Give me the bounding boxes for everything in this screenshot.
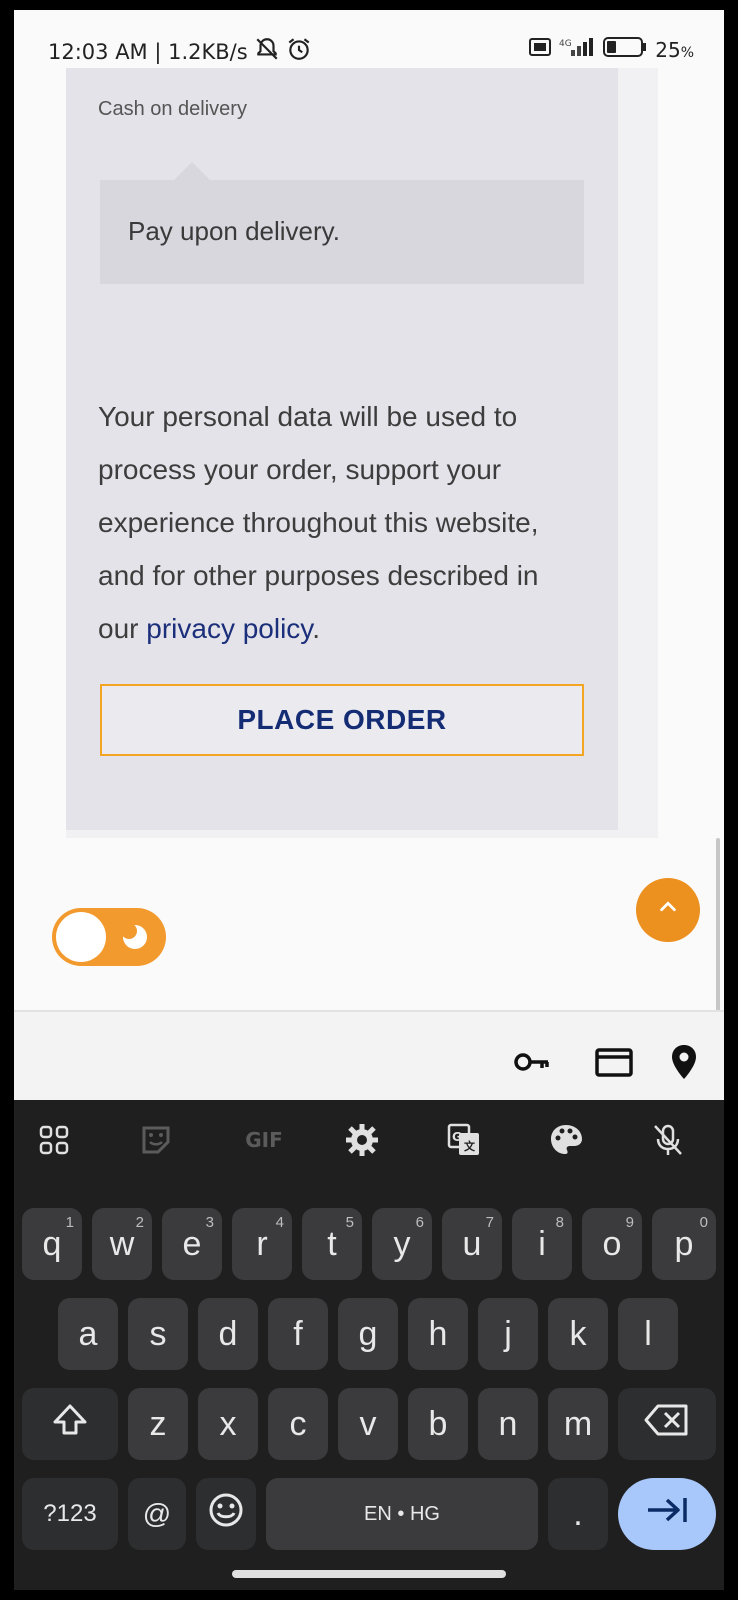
- dark-mode-toggle[interactable]: [52, 908, 166, 966]
- chevron-up-icon: [657, 895, 679, 925]
- tab-arrow-icon: [645, 1495, 689, 1534]
- gif-button[interactable]: GIF: [236, 1120, 292, 1160]
- key-x[interactable]: x: [198, 1388, 258, 1460]
- apps-icon[interactable]: [34, 1120, 74, 1160]
- sticker-icon[interactable]: [136, 1120, 176, 1160]
- gesture-nav-bar[interactable]: [232, 1570, 506, 1578]
- key-b[interactable]: b: [408, 1388, 468, 1460]
- status-right: 4G 25%: [529, 36, 694, 63]
- status-time: 12:03 AM | 1.2KB/s: [48, 39, 248, 64]
- backspace-key[interactable]: [618, 1388, 716, 1460]
- key-f[interactable]: f: [268, 1298, 328, 1370]
- settings-icon[interactable]: [342, 1120, 382, 1160]
- key-c[interactable]: c: [268, 1388, 328, 1460]
- moon-icon: [120, 922, 150, 952]
- toggle-knob: [56, 912, 106, 962]
- payment-description: Pay upon delivery.: [128, 216, 340, 246]
- payment-method-label[interactable]: Cash on delivery: [98, 98, 247, 121]
- privacy-period: .: [312, 613, 321, 644]
- key-n[interactable]: n: [478, 1388, 538, 1460]
- privacy-text: Your personal data will be used to proce…: [98, 401, 539, 644]
- emoji-icon: [208, 1492, 244, 1537]
- period-key[interactable]: .: [548, 1478, 608, 1550]
- key-q[interactable]: q1: [22, 1208, 82, 1280]
- alarm-icon: [286, 36, 312, 67]
- key-i[interactable]: i8: [512, 1208, 572, 1280]
- key-u[interactable]: u7: [442, 1208, 502, 1280]
- at-key[interactable]: @: [128, 1478, 186, 1550]
- place-order-button[interactable]: PLACE ORDER: [100, 684, 584, 756]
- scroll-to-top-button[interactable]: [636, 878, 700, 942]
- key-j[interactable]: j: [478, 1298, 538, 1370]
- palette-icon[interactable]: [546, 1120, 586, 1160]
- autofill-bar: [14, 1010, 724, 1100]
- key-e[interactable]: e3: [162, 1208, 222, 1280]
- key-h[interactable]: h: [408, 1298, 468, 1370]
- key-l[interactable]: l: [618, 1298, 678, 1370]
- key-s[interactable]: s: [128, 1298, 188, 1370]
- phone-screen: 12:03 AM | 1.2KB/s 4G 25% Cash on delive…: [14, 10, 724, 1590]
- battery-icon: [603, 36, 647, 63]
- svg-text:文: 文: [464, 1139, 476, 1153]
- privacy-policy-link[interactable]: privacy policy: [146, 613, 312, 644]
- key-a[interactable]: a: [58, 1298, 118, 1370]
- key-v[interactable]: v: [338, 1388, 398, 1460]
- privacy-notice: Your personal data will be used to proce…: [98, 390, 578, 655]
- symbols-key[interactable]: ?123: [22, 1478, 118, 1550]
- key-d[interactable]: d: [198, 1298, 258, 1370]
- page-scrollbar[interactable]: [716, 838, 720, 1018]
- status-bar: 12:03 AM | 1.2KB/s 4G 25%: [14, 10, 724, 70]
- emoji-key[interactable]: [196, 1478, 256, 1550]
- translate-icon[interactable]: G文: [444, 1120, 484, 1160]
- location-icon[interactable]: [664, 1042, 704, 1082]
- key-icon[interactable]: [512, 1042, 552, 1082]
- key-r[interactable]: r4: [232, 1208, 292, 1280]
- volte-icon: [529, 37, 552, 62]
- keyboard: GIF G文 q1 w2 e3 r4 t5 y6 u7 i8 o9 p0 a s: [14, 1100, 724, 1590]
- key-k[interactable]: k: [548, 1298, 608, 1370]
- backspace-icon: [644, 1403, 690, 1446]
- svg-text:G: G: [452, 1130, 462, 1144]
- key-w[interactable]: w2: [92, 1208, 152, 1280]
- shift-key[interactable]: [22, 1388, 118, 1460]
- key-o[interactable]: o9: [582, 1208, 642, 1280]
- key-z[interactable]: z: [128, 1388, 188, 1460]
- key-p[interactable]: p0: [652, 1208, 716, 1280]
- shift-icon: [51, 1401, 89, 1448]
- key-y[interactable]: y6: [372, 1208, 432, 1280]
- svg-text:4G: 4G: [559, 39, 572, 49]
- status-left: 12:03 AM | 1.2KB/s: [48, 36, 312, 67]
- signal-icon: 4G: [559, 36, 595, 63]
- mute-icon: [254, 36, 280, 67]
- keyboard-toolbar: GIF G文: [14, 1100, 724, 1180]
- mic-off-icon[interactable]: [648, 1120, 688, 1160]
- key-m[interactable]: m: [548, 1388, 608, 1460]
- payment-box-pointer: [174, 162, 210, 180]
- key-g[interactable]: g: [338, 1298, 398, 1370]
- card-icon[interactable]: [594, 1042, 634, 1082]
- enter-key[interactable]: [618, 1478, 716, 1550]
- battery-level: 25%: [655, 37, 694, 62]
- space-bar[interactable]: EN • HG: [266, 1478, 538, 1550]
- key-t[interactable]: t5: [302, 1208, 362, 1280]
